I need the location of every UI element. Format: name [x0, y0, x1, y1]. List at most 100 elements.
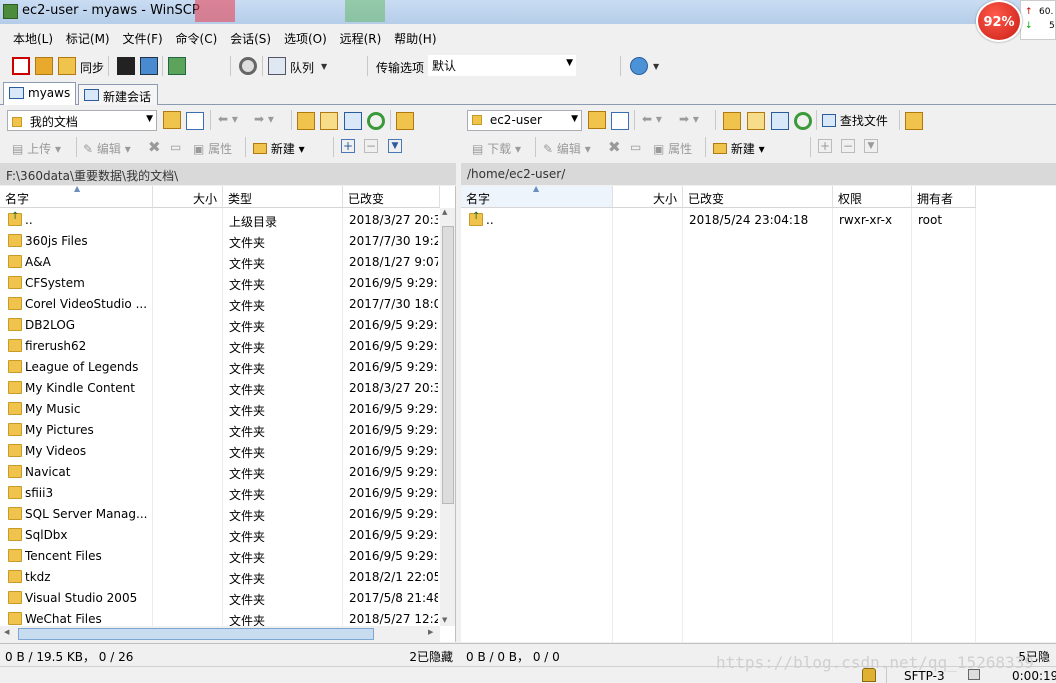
table-row[interactable]: SqlDbx 文件夹 2016/9/5 9:29: — [0, 525, 440, 546]
scroll-thumb[interactable] — [442, 226, 454, 504]
sync-icon[interactable] — [58, 57, 76, 75]
local-horizontal-scrollbar[interactable]: ◀ ▶ — [0, 626, 440, 642]
back-arrow-icon[interactable]: ⬅ ▾ — [642, 112, 662, 126]
column-owner[interactable]: 拥有者 — [912, 186, 976, 208]
edit-button[interactable]: ✎ 编辑 ▾ — [543, 140, 591, 157]
column-name[interactable]: 名字 ▲ — [461, 186, 613, 208]
queue-button[interactable]: 队列 — [290, 59, 314, 76]
tab-new-session[interactable]: 新建会话 — [78, 84, 158, 105]
scroll-up-icon[interactable]: ▲ — [442, 208, 447, 216]
column-modified[interactable]: 已改变 — [343, 186, 440, 208]
tab-session-myaws[interactable]: myaws — [3, 82, 76, 105]
parent-directory-icon[interactable] — [723, 112, 741, 130]
refresh-icon[interactable] — [367, 112, 385, 130]
forward-arrow-icon[interactable]: ➡ ▾ — [679, 112, 699, 126]
filter-icon[interactable] — [611, 112, 629, 130]
scroll-left-icon[interactable]: ◀ — [4, 628, 9, 636]
delete-icon[interactable]: ✖ — [148, 138, 161, 156]
scroll-right-icon[interactable]: ▶ — [428, 628, 433, 636]
forward-arrow-icon[interactable]: ➡ ▾ — [254, 112, 274, 126]
table-row[interactable]: Corel VideoStudio ... 文件夹 2017/7/30 18:0 — [0, 294, 440, 315]
local-vertical-scrollbar[interactable]: ▲ ▼ — [440, 208, 455, 626]
table-row[interactable]: My Kindle Content 文件夹 2018/3/27 20:3 — [0, 378, 440, 399]
column-type[interactable]: 类型 — [223, 186, 343, 208]
select-files-icon[interactable]: + — [341, 139, 355, 153]
transfer-preset-select[interactable]: 默认 ▼ — [428, 55, 576, 76]
properties-button[interactable]: ▣ 属性 — [193, 140, 232, 157]
menu-options[interactable]: 选项(O) — [284, 27, 327, 50]
menu-file[interactable]: 文件(F) — [122, 27, 162, 50]
scroll-down-icon[interactable]: ▼ — [442, 616, 447, 624]
rename-icon[interactable]: ▭ — [630, 140, 641, 154]
new-button[interactable]: 新建 ▾ — [713, 140, 765, 157]
table-row[interactable]: DB2LOG 文件夹 2016/9/5 9:29: — [0, 315, 440, 336]
terminal-icon[interactable] — [117, 57, 135, 75]
putty-icon[interactable] — [140, 57, 158, 75]
open-directory-icon[interactable] — [588, 111, 606, 129]
menu-command[interactable]: 命令(C) — [176, 27, 218, 50]
table-row[interactable]: My Music 文件夹 2016/9/5 9:29: — [0, 399, 440, 420]
column-size[interactable]: 大小 — [153, 186, 223, 208]
back-arrow-icon[interactable]: ⬅ ▾ — [218, 112, 238, 126]
column-modified[interactable]: 已改变 — [683, 186, 833, 208]
table-row[interactable]: tkdz 文件夹 2018/2/1 22:05 — [0, 567, 440, 588]
delete-icon[interactable]: ✖ — [608, 138, 621, 156]
synchronize-browse-icon[interactable] — [35, 57, 53, 75]
find-files-button[interactable]: 查找文件 — [822, 112, 888, 129]
parent-directory-icon[interactable] — [297, 112, 315, 130]
column-name[interactable]: 名字 ▲ — [0, 186, 153, 208]
select-files-icon[interactable]: + — [818, 139, 832, 153]
queue-dropdown-arrow[interactable]: ▼ — [321, 62, 327, 71]
unselect-files-icon[interactable]: − — [841, 139, 855, 153]
table-row[interactable]: Tencent Files 文件夹 2016/9/5 9:29: — [0, 546, 440, 567]
properties-button[interactable]: ▣ 属性 — [653, 140, 692, 157]
root-directory-icon[interactable] — [747, 112, 765, 130]
table-row[interactable]: My Videos 文件夹 2016/9/5 9:29: — [0, 441, 440, 462]
scroll-thumb[interactable] — [18, 628, 374, 640]
select-all-icon[interactable]: ▼ — [864, 139, 878, 153]
table-row[interactable]: CFSystem 文件夹 2016/9/5 9:29: — [0, 273, 440, 294]
compare-dirs-icon[interactable] — [12, 57, 30, 75]
table-row[interactable]: sfiii3 文件夹 2016/9/5 9:29: — [0, 483, 440, 504]
column-size[interactable]: 大小 — [613, 186, 683, 208]
refresh-session-icon[interactable] — [168, 57, 186, 75]
root-directory-icon[interactable] — [320, 112, 338, 130]
edit-button[interactable]: ✎ 编辑 ▾ — [83, 140, 131, 157]
global-sync-icon[interactable] — [630, 57, 648, 75]
table-row[interactable]: Visual Studio 2005 文件夹 2017/5/8 21:48 — [0, 588, 440, 609]
table-row[interactable]: 360js Files 文件夹 2017/7/30 19:2 — [0, 231, 440, 252]
download-button[interactable]: ▤ 下载 ▾ — [472, 140, 521, 157]
tree-icon[interactable] — [396, 112, 414, 130]
home-icon[interactable] — [771, 112, 789, 130]
menu-help[interactable]: 帮助(H) — [394, 27, 436, 50]
table-row[interactable]: League of Legends 文件夹 2016/9/5 9:29: — [0, 357, 440, 378]
queue-icon[interactable] — [268, 57, 286, 75]
tree-icon[interactable] — [905, 112, 923, 130]
remote-location-select[interactable]: ec2-user ▼ — [467, 110, 582, 131]
refresh-icon[interactable] — [794, 112, 812, 130]
table-row[interactable]: .. 上级目录 2018/3/27 20:3 — [0, 210, 440, 231]
upload-button[interactable]: ▤ 上传 ▾ — [12, 140, 61, 157]
local-path-bar[interactable]: F:\360data\重要数据\我的文档\ — [0, 163, 456, 185]
sync-button[interactable]: 同步 — [80, 59, 104, 76]
local-hidden-count[interactable]: 2已隐藏 — [409, 648, 453, 665]
new-button[interactable]: 新建 ▾ — [253, 140, 305, 157]
column-permissions[interactable]: 权限 — [833, 186, 912, 208]
remote-path-bar[interactable]: /home/ec2-user/ — [461, 163, 1056, 185]
preferences-gear-icon[interactable] — [239, 57, 257, 75]
select-all-icon[interactable]: ▼ — [388, 139, 402, 153]
menu-local[interactable]: 本地(L) — [13, 27, 53, 50]
unselect-files-icon[interactable]: − — [364, 139, 378, 153]
home-icon[interactable] — [344, 112, 362, 130]
chevron-down-icon[interactable]: ▼ — [653, 62, 659, 71]
table-row[interactable]: Navicat 文件夹 2016/9/5 9:29: — [0, 462, 440, 483]
table-row[interactable]: My Pictures 文件夹 2016/9/5 9:29: — [0, 420, 440, 441]
menu-session[interactable]: 会话(S) — [230, 27, 271, 50]
menu-mark[interactable]: 标记(M) — [66, 27, 110, 50]
local-location-select[interactable]: 我的文档 ▼ — [7, 110, 157, 131]
menu-remote[interactable]: 远程(R) — [340, 27, 382, 50]
table-row[interactable]: SQL Server Manag... 文件夹 2016/9/5 9:29: — [0, 504, 440, 525]
open-directory-icon[interactable] — [163, 111, 181, 129]
filter-icon[interactable] — [186, 112, 204, 130]
table-row[interactable]: firerush62 文件夹 2016/9/5 9:29: — [0, 336, 440, 357]
